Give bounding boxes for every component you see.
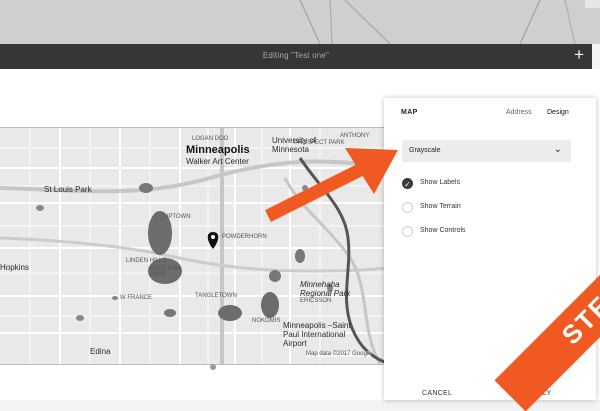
arrow-icon <box>265 148 398 222</box>
